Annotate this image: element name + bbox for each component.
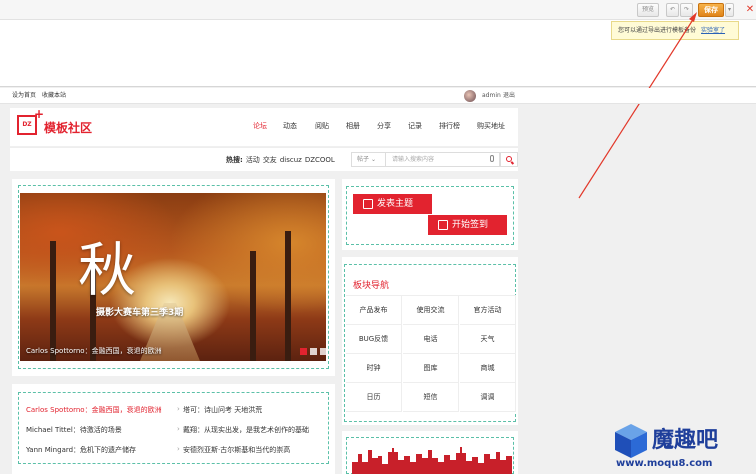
logo-plus-icon: +: [34, 107, 45, 121]
section-nav-item[interactable]: 使用交流: [403, 296, 459, 325]
hot-search: 热搜: 活动 交友 discuz DZCOOL: [226, 155, 335, 165]
brand-cube-icon: [615, 424, 647, 458]
search-type-value: 帖子: [357, 156, 370, 163]
edit-icon: [363, 199, 373, 209]
section-nav-item[interactable]: 短信: [403, 383, 459, 412]
chevron-down-icon: ⌄: [370, 156, 376, 163]
slide-caption[interactable]: Carlos Spottorno：金融西国，衰退的欧洲: [26, 346, 162, 356]
search-button[interactable]: [500, 152, 518, 167]
calendar-icon: [438, 220, 448, 230]
hot-search-label: 热搜:: [226, 156, 243, 164]
slide-subtitle: 摄影大赛车第三季3期: [96, 308, 184, 318]
nav-item-buy[interactable]: 购买地址: [477, 121, 505, 131]
sign-in-button[interactable]: 开始签到: [428, 215, 507, 235]
section-nav-item[interactable]: 产品发布: [346, 296, 402, 325]
section-nav-item[interactable]: 官方活动: [460, 296, 516, 325]
microphone-icon[interactable]: [490, 155, 494, 162]
watermark-url: www.moqu8.com: [616, 458, 713, 469]
nav-item-ranking[interactable]: 排行榜: [439, 121, 460, 131]
section-nav-grid: 产品发布 使用交流 官方活动 BUG反馈 电话 天气 时钟 图库 商城 日历 短…: [346, 295, 516, 412]
article-link[interactable]: 安德烈亚斯·古尔斯基和当代的崇高: [183, 445, 290, 455]
sign-in-label: 开始签到: [452, 220, 489, 230]
article-link[interactable]: Carlos Spottorno：金融西国，衰退的欧洲: [26, 405, 162, 415]
nav-item-read[interactable]: 阅贴: [315, 121, 329, 131]
chevron-right-icon: ›: [177, 425, 180, 433]
set-home-link[interactable]: 设为首页: [12, 88, 36, 104]
hot-item[interactable]: discuz: [280, 156, 302, 164]
chevron-right-icon: ›: [177, 405, 180, 413]
tree-trunk: [285, 231, 291, 361]
username-link[interactable]: admin: [482, 88, 501, 104]
top-user-strip: 设为首页 收藏本站 admin 退出: [0, 88, 756, 104]
bookmark-link[interactable]: 收藏本站: [42, 88, 66, 104]
section-nav-item[interactable]: 时钟: [346, 354, 402, 383]
nav-item-share[interactable]: 分享: [377, 121, 391, 131]
article-link[interactable]: Yann Mingard：危机下的遗产储存: [26, 445, 136, 455]
hot-item[interactable]: 交友: [263, 156, 277, 164]
hot-item[interactable]: 活动: [246, 156, 260, 164]
logout-link[interactable]: 退出: [503, 88, 515, 104]
article-link[interactable]: Michael Tittel：待激活的场景: [26, 425, 122, 435]
article-link[interactable]: 塔可：诗山问考 天地洪荒: [183, 405, 262, 415]
logo-text[interactable]: 模板社区: [44, 119, 92, 136]
city-skyline-image: [352, 447, 512, 474]
post-topic-button[interactable]: 发表主题: [353, 194, 432, 214]
slide-big-character: 秋: [78, 236, 137, 304]
watermark-brand: 魔趣吧: [652, 428, 719, 453]
section-nav-title: 板块导航: [353, 281, 390, 291]
search-input[interactable]: 请输入搜索内容: [386, 152, 500, 167]
section-nav-item[interactable]: 商城: [460, 354, 516, 383]
tree-trunk: [50, 241, 56, 361]
section-nav-item[interactable]: 图库: [403, 354, 459, 383]
search-bar: 热搜: 活动 交友 discuz DZCOOL 帖子 ⌄ 请输入搜索内容: [10, 147, 518, 171]
avatar[interactable]: [464, 90, 476, 102]
slide-dot[interactable]: [320, 348, 326, 355]
site-header: DZ + 模板社区 论坛 动态 阅贴 相册 分享 记录 排行榜 购买地址: [10, 108, 518, 146]
chevron-right-icon: ›: [177, 445, 180, 453]
section-nav-item[interactable]: 电话: [403, 325, 459, 354]
nav-item-feed[interactable]: 动态: [283, 121, 297, 131]
tree-trunk: [250, 251, 256, 361]
nav-item-record[interactable]: 记录: [408, 121, 422, 131]
section-nav-item[interactable]: 调调: [460, 383, 516, 412]
nav-item-forum[interactable]: 论坛: [253, 121, 267, 131]
slideshow-image[interactable]: 秋 摄影大赛车第三季3期 Carlos Spottorno：金融西国，衰退的欧洲: [20, 193, 326, 361]
search-type-select[interactable]: 帖子 ⌄: [351, 152, 386, 167]
slide-dot[interactable]: [310, 348, 317, 355]
section-nav-item[interactable]: 日历: [346, 383, 402, 412]
slide-dot-active[interactable]: [300, 348, 307, 355]
section-nav-item[interactable]: BUG反馈: [346, 325, 402, 354]
hot-item[interactable]: DZCOOL: [305, 156, 335, 164]
article-link[interactable]: 戴翔：从现实出发，是我艺术创作的基础: [183, 425, 309, 435]
post-topic-label: 发表主题: [377, 199, 414, 209]
section-nav-item[interactable]: 天气: [460, 325, 516, 354]
nav-item-album[interactable]: 相册: [346, 121, 360, 131]
